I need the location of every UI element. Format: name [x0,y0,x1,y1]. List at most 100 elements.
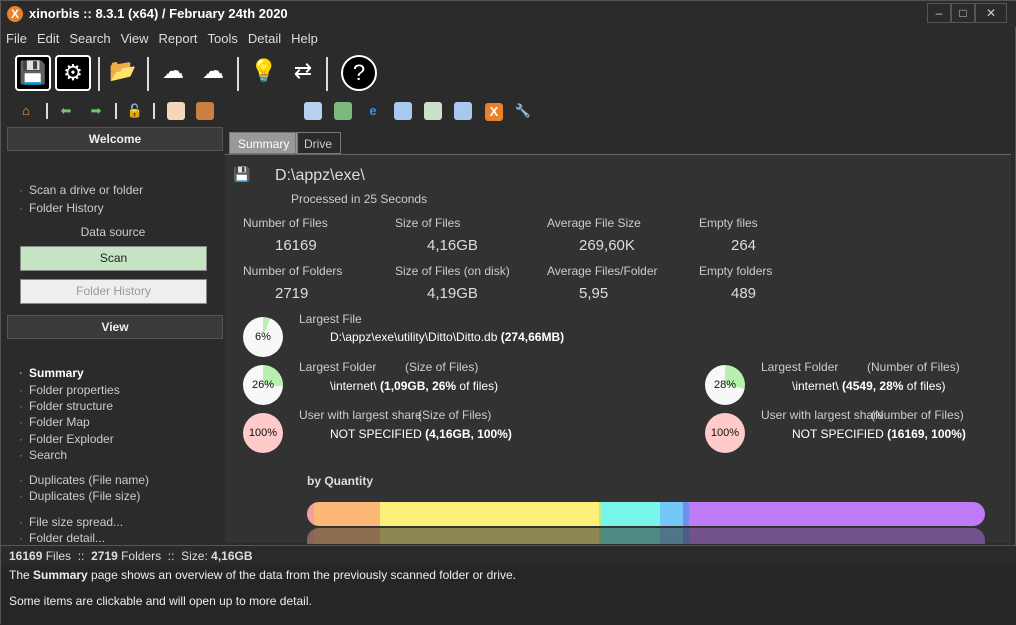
network-icon[interactable] [196,102,214,120]
quantity-segment[interactable] [307,502,314,526]
largest-folder-count-value[interactable]: \internet\ (4549, 28% of files) [792,379,945,393]
forward-icon[interactable]: ➡ [87,102,105,120]
view-folder-properties[interactable]: Folder properties [19,383,120,397]
help-icon[interactable]: ? [341,55,377,91]
ie-icon[interactable]: e [364,102,382,120]
xinorbis-icon[interactable]: X [485,103,503,121]
menu-report[interactable]: Report [154,29,203,49]
help-panel: The Summary page shows an overview of th… [1,565,1016,625]
largest-folder-count-label: Largest Folder [761,360,839,374]
cloud-upload-icon[interactable]: ☁ [155,55,191,91]
stat-label: Average File Size [547,216,641,230]
scan-button[interactable]: Scan [20,246,207,271]
stat-label: Empty folders [699,264,773,278]
menu-file[interactable]: File [1,29,32,49]
folder-name: \internet\ [330,379,377,393]
quantity-bar[interactable] [307,502,985,526]
user-detail: (4,16GB, 100%) [425,427,512,441]
status-bar: 16169 Files :: 2719 Folders :: Size: 4,1… [1,545,1016,565]
folder-history-button[interactable]: Folder History [20,279,207,304]
menu-view[interactable]: View [116,29,154,49]
separator [115,103,117,119]
stat-label: Empty files [699,216,758,230]
menu-help[interactable]: Help [286,29,323,49]
view-folder-detail[interactable]: Folder detail... [19,531,105,545]
lock-icon[interactable]: 🔓 [126,102,144,120]
view-folder-exploder[interactable]: Folder Exploder [19,432,114,446]
separator [46,103,48,119]
quantity-bar-reflection [307,528,985,544]
xml-icon[interactable] [454,102,472,120]
user-name: NOT SPECIFIED [792,427,884,441]
view-search[interactable]: Search [19,448,67,462]
home-icon[interactable]: ⌂ [17,102,35,120]
user-size-value[interactable]: NOT SPECIFIED (4,16GB, 100%) [330,427,512,441]
user-detail: (16169, 100%) [887,427,966,441]
separator [237,57,239,91]
quantity-segment[interactable] [600,502,661,526]
quantity-segment[interactable] [660,502,684,526]
largest-file-label: Largest File [299,312,362,326]
stat-label: Size of Files (on disk) [395,264,510,278]
separator [153,103,155,119]
folder-suffix: of files) [456,379,499,393]
maximize-button[interactable]: □ [951,3,975,23]
view-duplicates-size[interactable]: Duplicates (File size) [19,489,140,503]
open-folder-icon[interactable]: 📂 [105,55,141,91]
quantity-segment[interactable] [379,502,599,526]
view-folder-map[interactable]: Folder Map [19,415,90,429]
largest-file-value[interactable]: D:\appz\exe\utility\Ditto\Ditto.db (274,… [330,330,564,344]
menu-search[interactable]: Search [64,29,115,49]
table-icon[interactable] [304,102,322,120]
folder-suffix: of files) [903,379,946,393]
quantity-segment[interactable] [689,502,985,526]
view-folder-structure[interactable]: Folder structure [19,399,113,413]
title-bar: X xinorbis :: 8.3.1 (x64) / February 24t… [1,1,1016,27]
scan-drive-link[interactable]: Scan a drive or folder [19,183,143,197]
folder-detail: (1,09GB, 26% [380,379,457,393]
largest-folder-size-label: Largest Folder [299,360,377,374]
cloud-search-icon[interactable]: ☁ [195,55,231,91]
largest-file-size: (274,66MB) [500,330,565,344]
user-size-label: User with largest share [299,408,422,422]
view-file-size-spread[interactable]: File size spread... [19,515,123,529]
sidebar: Welcome Scan a drive or folder Folder Hi… [7,127,223,545]
stat-label: Number of Folders [243,264,343,278]
close-button[interactable]: ✕ [975,3,1007,23]
folder-history-link[interactable]: Folder History [19,201,104,215]
status-files-label: Files :: [42,549,92,563]
lightbulb-icon[interactable]: 💡 [246,55,282,91]
swap-icon[interactable]: ⇄ [285,55,321,91]
view-summary[interactable]: Summary [19,366,84,380]
wrench-icon[interactable]: 🔧 [514,102,532,120]
scan-settings-icon[interactable]: ⚙ [55,55,91,91]
largest-file-path: D:\appz\exe\utility\Ditto\Ditto.db [330,330,498,344]
user-count-value[interactable]: NOT SPECIFIED (16169, 100%) [792,427,966,441]
excel-icon[interactable] [334,102,352,120]
help-line-2: Some items are clickable and will open u… [9,594,312,608]
app-logo-icon: X [7,6,23,22]
stat-label: Number of Files [243,216,328,230]
save-icon[interactable]: 💾 [15,55,51,91]
largest-folder-size-pie: 26% [243,365,283,405]
save-icon: 💾 [233,166,251,182]
largest-folder-count-qualifier: (Number of Files) [867,360,960,374]
tree-icon[interactable] [424,102,442,120]
quantity-segment [689,528,985,544]
tab-summary[interactable]: Summary [229,132,299,154]
stat-label: Size of Files [395,216,461,230]
quantity-segment[interactable] [313,502,380,526]
tab-drive[interactable]: Drive [295,132,342,154]
back-icon[interactable]: ⬅ [57,102,75,120]
folder-detail: (4549, 28% [842,379,904,393]
view-duplicates-name[interactable]: Duplicates (File name) [19,473,149,487]
menu-detail[interactable]: Detail [243,29,286,49]
word-icon[interactable] [394,102,412,120]
menu-tools[interactable]: Tools [203,29,243,49]
menu-edit[interactable]: Edit [32,29,64,49]
database-icon[interactable] [167,102,185,120]
largest-folder-size-value[interactable]: \internet\ (1,09GB, 26% of files) [330,379,498,393]
status-folders-label: Folders :: Size: [117,549,212,563]
minimize-button[interactable]: – [927,3,951,23]
stat-value: 16169 [275,237,317,254]
